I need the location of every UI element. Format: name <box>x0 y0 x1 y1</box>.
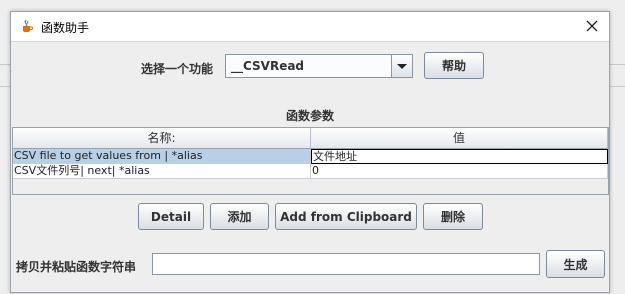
function-helper-dialog: 函数助手 选择一个功能 __CSVRead 帮助 函数参数 名称: 值 CSV … <box>10 11 610 293</box>
add-button[interactable]: 添加 <box>210 203 269 230</box>
table-empty-area <box>13 179 608 194</box>
function-string-input[interactable] <box>152 253 540 275</box>
java-cup-icon <box>23 19 34 32</box>
detail-button[interactable]: Detail <box>138 203 204 230</box>
title-bar[interactable]: 函数助手 <box>11 12 609 42</box>
paste-label: 拷贝并粘贴函数字符串 <box>16 260 137 274</box>
param-name-cell[interactable]: CSV file to get values from | *alias <box>13 149 311 164</box>
params-table: 名称: 值 CSV file to get values from | *ali… <box>12 127 609 195</box>
window-title: 函数助手 <box>41 21 90 35</box>
generate-button[interactable]: 生成 <box>546 250 605 278</box>
function-select[interactable]: __CSVRead <box>225 54 413 78</box>
close-icon[interactable] <box>581 15 603 37</box>
delete-button[interactable]: 删除 <box>423 203 483 230</box>
add-from-clipboard-button[interactable]: Add from Clipboard <box>275 203 417 230</box>
function-select-value: __CSVRead <box>231 59 305 73</box>
function-label: 选择一个功能 <box>141 62 214 76</box>
chevron-down-icon <box>397 64 407 69</box>
column-header-value[interactable]: 值 <box>311 128 608 149</box>
help-button[interactable]: 帮助 <box>424 52 484 79</box>
param-name-cell[interactable]: CSV文件列号| next| *alias <box>13 164 311 179</box>
params-section-title: 函数参数 <box>285 109 334 123</box>
dropdown-button[interactable] <box>391 55 412 77</box>
param-value-cell[interactable]: 0 <box>311 164 608 179</box>
param-value-editor[interactable]: 文件地址 <box>311 149 608 164</box>
column-header-name[interactable]: 名称: <box>13 128 311 149</box>
